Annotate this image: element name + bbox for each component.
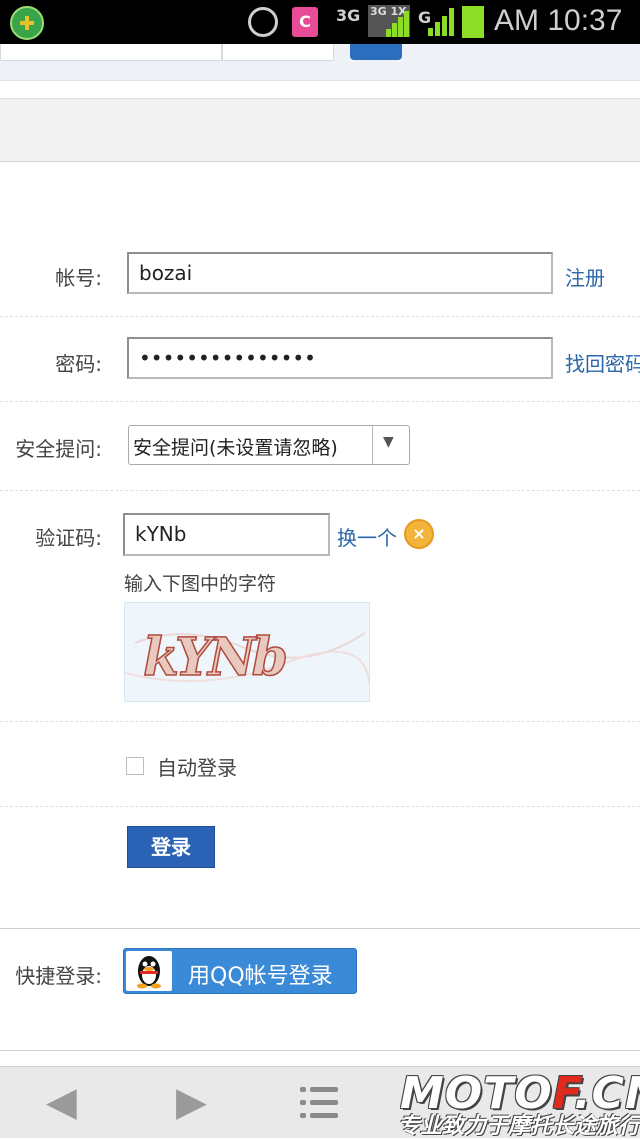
forward-icon[interactable]: ▶ [176, 1079, 207, 1125]
qq-penguin-icon [126, 951, 172, 991]
status-bar: C 3G 3G 1X G AM 10:37 [0, 0, 640, 44]
register-link[interactable]: 注册 [565, 262, 605, 291]
account-label: 帐号: [55, 266, 102, 290]
back-icon[interactable]: ◀ [46, 1079, 77, 1125]
captcha-image: kYNb [124, 602, 370, 702]
status-time: AM 10:37 [494, 4, 623, 37]
network-3g-icon: 3G [336, 6, 361, 25]
captcha-hint: 输入下图中的字符 [124, 573, 277, 595]
captcha-text: kYNb [143, 627, 286, 688]
password-label: 密码: [55, 352, 102, 376]
app-notification-icon [10, 6, 44, 40]
row-divider [0, 316, 640, 317]
auto-login-checkbox[interactable] [126, 757, 144, 775]
row-divider [0, 401, 640, 402]
section-divider [0, 1050, 640, 1051]
row-divider [0, 721, 640, 722]
security-question-value: 安全提问(未设置请忽略) [133, 437, 338, 459]
captcha-label: 验证码: [35, 526, 102, 550]
auto-login-label[interactable]: 自动登录 [157, 752, 237, 781]
qq-login-label: 用QQ帐号登录 [188, 964, 333, 989]
captcha-input[interactable]: kYNb [123, 513, 330, 556]
select-arrow-box: ▼ [372, 426, 409, 464]
page-header-bar [0, 98, 640, 162]
top-search-input[interactable] [0, 44, 222, 61]
row-divider [0, 490, 640, 491]
signal-g-text: G [418, 8, 432, 27]
qq-login-button[interactable]: 用QQ帐号登录 [123, 948, 357, 994]
security-question-label: 安全提问: [15, 437, 102, 461]
row-divider [0, 806, 640, 807]
quick-login-label: 快捷登录: [15, 964, 102, 988]
calendar-notification-icon: C [292, 7, 318, 37]
section-divider [0, 928, 640, 929]
refresh-captcha-link[interactable]: 换一个 [337, 522, 397, 551]
signal-g-icon: G [418, 8, 454, 36]
captcha-drawing: kYNb [125, 626, 369, 689]
security-question-select[interactable]: 安全提问(未设置请忽略) ▼ [128, 425, 410, 465]
battery-icon [462, 6, 484, 38]
watermark-slogan: 专业致力于摩托长途旅行 [398, 1114, 640, 1139]
password-input[interactable]: ••••••••••••••• [127, 337, 553, 379]
top-search-button[interactable] [350, 44, 402, 60]
signal-3g1x-icon: 3G 1X [368, 5, 410, 37]
login-button[interactable]: 登录 [127, 826, 215, 868]
recover-password-link[interactable]: 找回密码 [565, 348, 640, 377]
menu-icon[interactable] [300, 1087, 338, 1121]
top-search-filter[interactable] [222, 44, 334, 61]
account-input[interactable]: bozai [127, 252, 553, 294]
refresh-captcha-icon[interactable]: × [404, 519, 434, 549]
chevron-down-icon: ▼ [383, 434, 394, 450]
alarm-icon [248, 7, 278, 37]
